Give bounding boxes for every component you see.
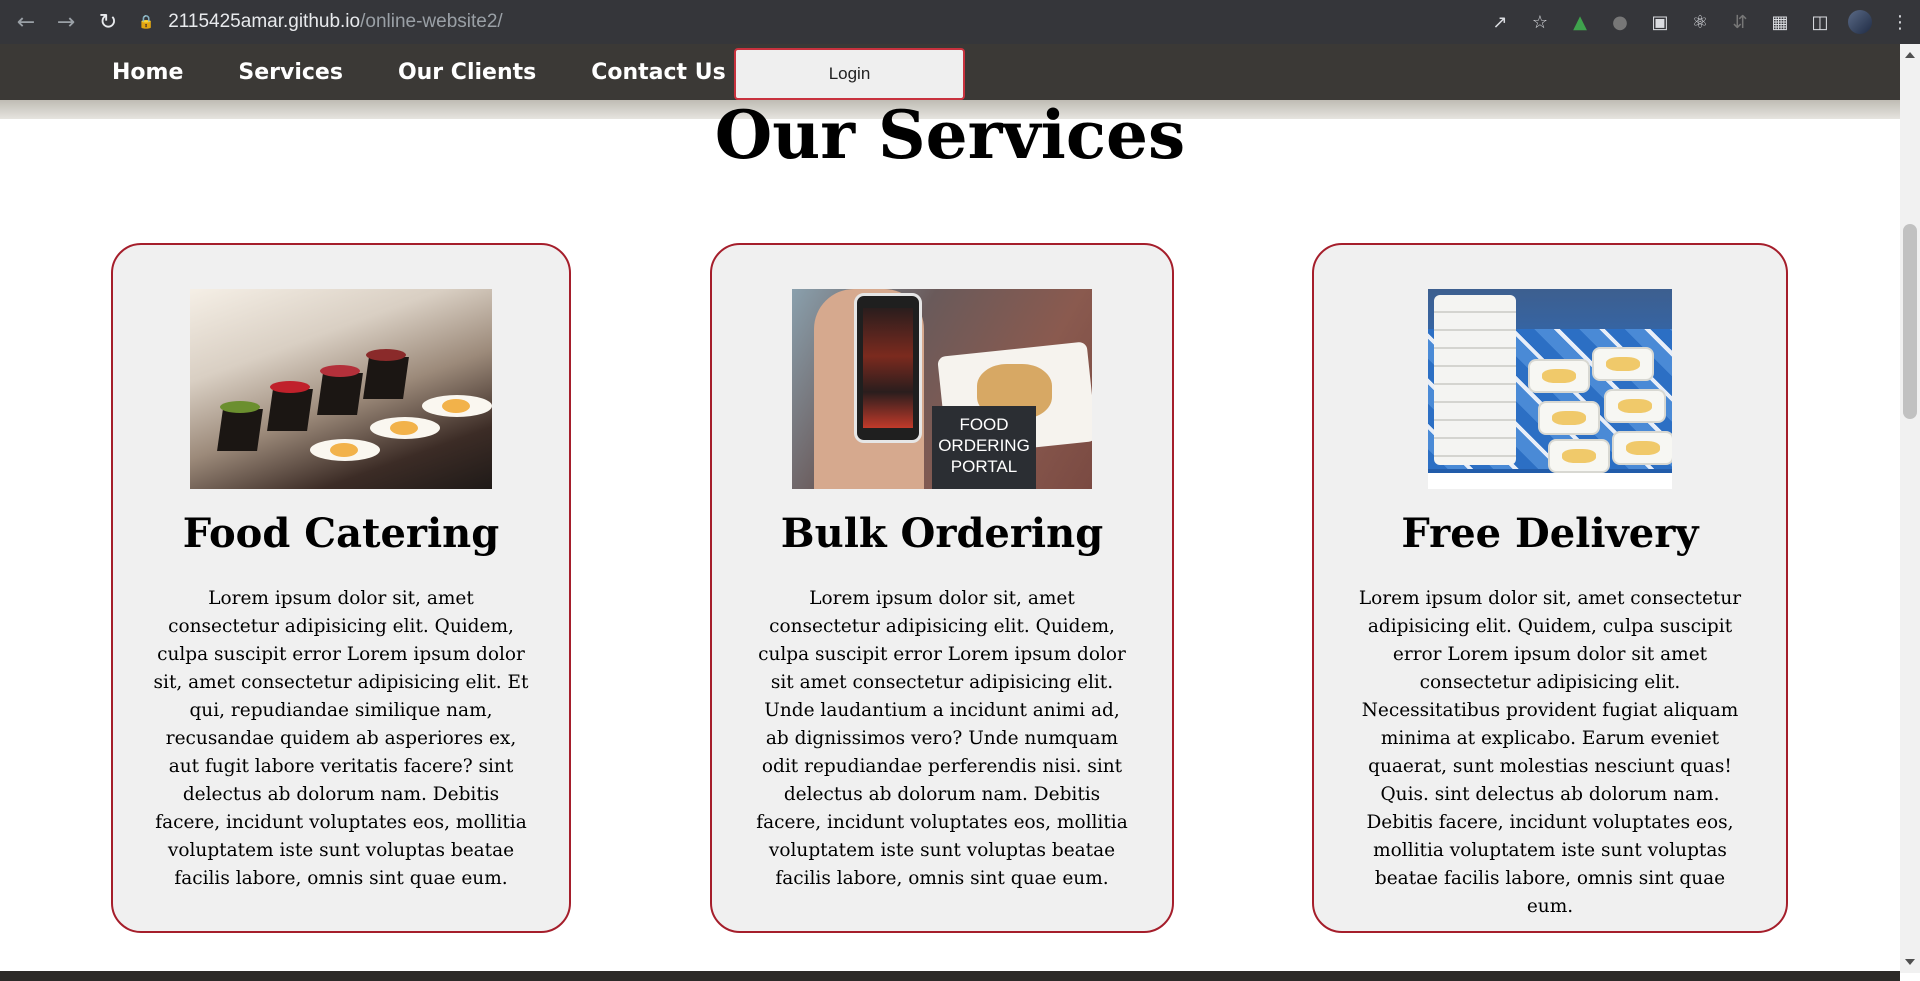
extension-icon[interactable]: ● (1600, 0, 1640, 44)
page-scrollbar[interactable] (1900, 44, 1920, 973)
nav-our-clients[interactable]: Our Clients (398, 60, 536, 85)
react-devtools-icon[interactable]: ⚛ (1680, 0, 1720, 44)
catering-image (190, 289, 492, 489)
scroll-down-icon[interactable] (1905, 959, 1915, 965)
side-panel-icon[interactable]: ◫ (1800, 0, 1840, 44)
extension-tree-icon[interactable]: ▲ (1560, 0, 1600, 44)
scrollbar-thumb[interactable] (1903, 224, 1917, 419)
forward-icon[interactable]: → (46, 2, 86, 42)
service-card-free-delivery: Free Delivery Lorem ipsum dolor sit, ame… (1312, 243, 1788, 933)
page-title: Our Services (714, 96, 1186, 174)
login-button[interactable]: Login (734, 48, 965, 100)
bulk-ordering-image: FOOD ORDERING PORTAL (792, 289, 1092, 489)
service-title: Free Delivery (1401, 510, 1699, 557)
back-icon[interactable]: ← (6, 2, 46, 42)
picture-in-picture-icon[interactable]: ▣ (1640, 0, 1680, 44)
service-description: Lorem ipsum dolor sit, amet consectetur … (756, 588, 1128, 889)
url-host: 2115425amar.github.io (168, 11, 361, 32)
nav-links: Home Services Our Clients Contact Us (112, 44, 781, 100)
footer-band (0, 971, 1900, 981)
nav-services[interactable]: Services (238, 60, 343, 85)
url-path: /online-website2/ (360, 11, 503, 32)
service-title: Bulk Ordering (780, 510, 1104, 557)
scroll-up-icon[interactable] (1905, 52, 1915, 58)
browser-toolbar: ← → ↻ 🔒 2115425amar.github.io/online-web… (0, 0, 1920, 44)
service-description: Lorem ipsum dolor sit, amet consectetur … (153, 588, 529, 889)
nav-home[interactable]: Home (112, 60, 183, 85)
profile-avatar[interactable] (1840, 0, 1880, 44)
delivery-image (1428, 289, 1672, 489)
service-title: Food Catering (182, 510, 500, 557)
star-icon[interactable]: ☆ (1520, 0, 1560, 44)
nav-contact-us[interactable]: Contact Us (591, 60, 725, 85)
image-caption: FOOD ORDERING PORTAL (932, 406, 1036, 489)
address-bar[interactable]: 🔒 2115425amar.github.io/online-website2/ (138, 0, 1458, 44)
puzzle-icon[interactable]: ▦ (1760, 0, 1800, 44)
menu-icon[interactable]: ⋮ (1880, 0, 1920, 44)
reload-icon[interactable]: ↻ (88, 2, 128, 42)
service-card-food-catering: Food Catering Lorem ipsum dolor sit, ame… (111, 243, 571, 933)
share-icon[interactable]: ↗ (1480, 0, 1520, 44)
service-card-bulk-ordering: FOOD ORDERING PORTAL Bulk Ordering Lorem… (710, 243, 1174, 933)
service-description: Lorem ipsum dolor sit, amet consectetur … (1358, 588, 1742, 917)
extension-icon[interactable]: ⇵ (1720, 0, 1760, 44)
lock-icon[interactable]: 🔒 (138, 15, 154, 30)
